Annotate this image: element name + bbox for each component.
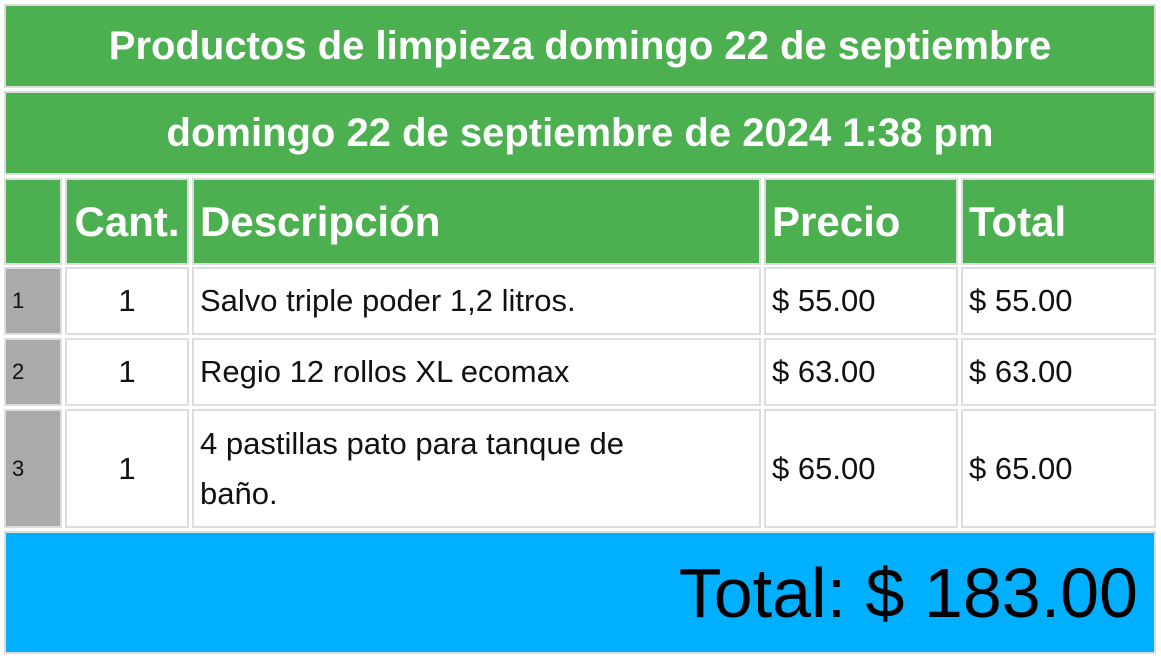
row-index: 1 (4, 267, 62, 335)
header-total: Total (961, 178, 1156, 265)
row-index: 3 (4, 409, 62, 528)
grand-total: Total: $ 183.00 (4, 531, 1156, 654)
receipt-title: Productos de limpieza domingo 22 de sept… (4, 4, 1156, 88)
row-price: $ 65.00 (764, 409, 958, 528)
row-description: Regio 12 rollos XL ecomax (192, 338, 761, 406)
row-price: $ 63.00 (764, 338, 958, 406)
header-description: Descripción (192, 178, 761, 265)
row-quantity: 1 (65, 267, 189, 335)
row-total: $ 63.00 (961, 338, 1156, 406)
receipt-table: Productos de limpieza domingo 22 de sept… (0, 0, 1161, 658)
row-price: $ 55.00 (764, 267, 958, 335)
header-quantity: Cant. (65, 178, 189, 265)
row-quantity: 1 (65, 409, 189, 528)
row-quantity: 1 (65, 338, 189, 406)
row-total: $ 55.00 (961, 267, 1156, 335)
row-total: $ 65.00 (961, 409, 1156, 528)
header-index (4, 178, 62, 265)
row-index: 2 (4, 338, 62, 406)
row-description: Salvo triple poder 1,2 litros. (192, 267, 761, 335)
receipt-datetime: domingo 22 de septiembre de 2024 1:38 pm (4, 91, 1156, 175)
header-price: Precio (764, 178, 958, 265)
row-description: 4 pastillas pato para tanque de baño. (192, 409, 761, 528)
